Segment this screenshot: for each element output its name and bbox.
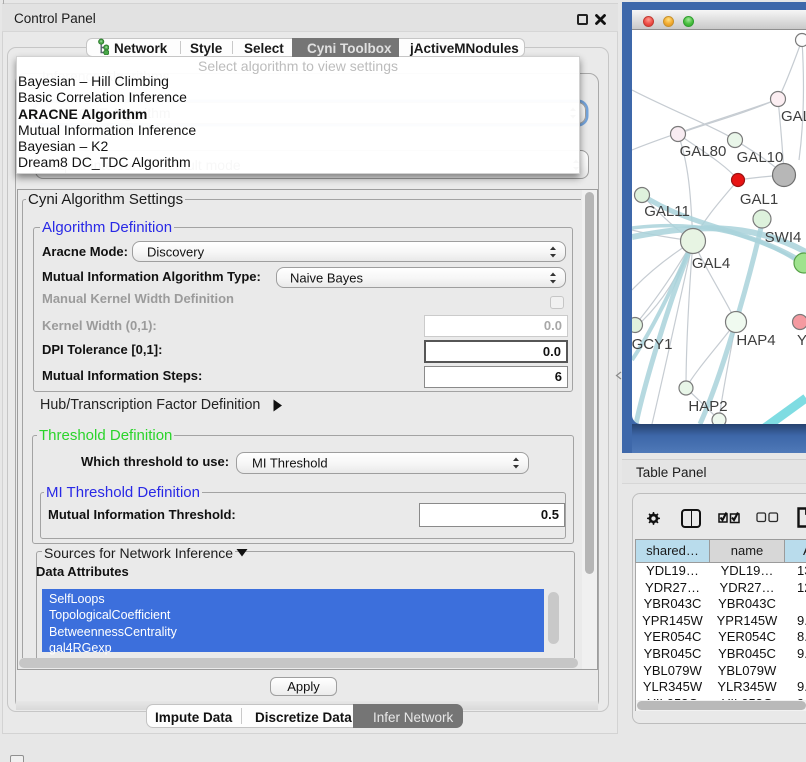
svg-text:GAL: GAL <box>781 108 806 125</box>
svg-text:GAL1: GAL1 <box>740 191 778 208</box>
svg-text:GAL80: GAL80 <box>680 143 727 160</box>
svg-text:SWI4: SWI4 <box>765 229 802 246</box>
svg-text:GCY1: GCY1 <box>632 336 672 353</box>
svg-text:GAL11: GAL11 <box>644 203 690 220</box>
svg-text:GAL4: GAL4 <box>692 255 730 272</box>
svg-text:GAL10: GAL10 <box>737 149 784 166</box>
svg-text:HAP4: HAP4 <box>736 332 775 349</box>
svg-text:Y: Y <box>797 332 806 349</box>
svg-text:HAP2: HAP2 <box>688 398 727 415</box>
